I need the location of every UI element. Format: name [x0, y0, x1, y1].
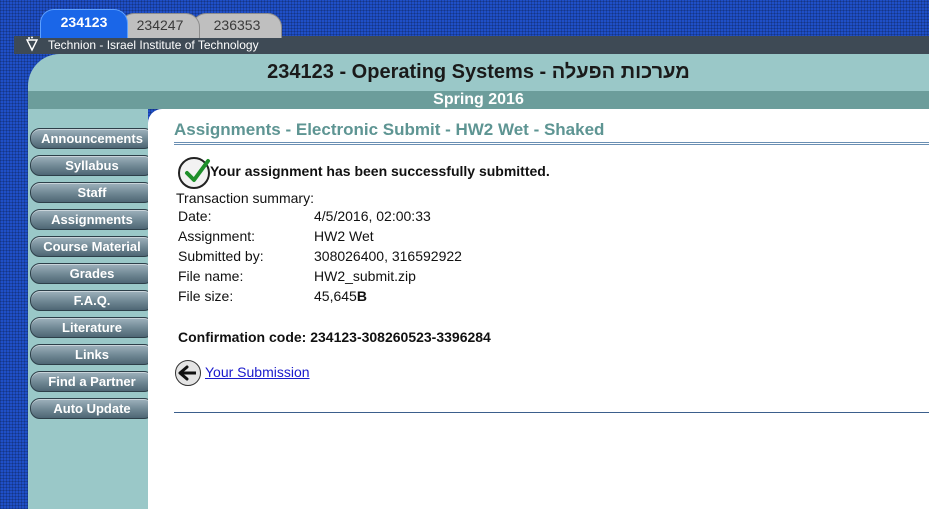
course-header: 234123 - Operating Systems - מערכות הפעל… [28, 54, 929, 91]
sidebar-item-find-a-partner[interactable]: Find a Partner [30, 371, 154, 392]
page-title: Assignments - Electronic Submit - HW2 We… [174, 120, 605, 139]
sidebar-item-auto-update[interactable]: Auto Update [30, 398, 154, 419]
title-divider [174, 142, 929, 145]
main-content: Assignments - Electronic Submit - HW2 We… [148, 109, 929, 509]
detail-value-assignment: HW2 Wet [314, 228, 374, 244]
success-message: Your assignment has been successfully su… [210, 163, 550, 179]
institute-name: Technion - Israel Institute of Technolog… [48, 38, 259, 52]
tab-234247[interactable]: 234247 [120, 13, 200, 38]
institute-bar: Technion - Israel Institute of Technolog… [14, 36, 929, 54]
transaction-summary-label: Transaction summary: [176, 190, 314, 206]
back-arrow-icon[interactable] [175, 360, 201, 386]
detail-value-date: 4/5/2016, 02:00:33 [314, 208, 431, 224]
file-size-unit: B [356, 288, 367, 304]
technion-logo-icon [24, 36, 40, 54]
tab-236353[interactable]: 236353 [192, 13, 282, 38]
file-size-number: 45,645 [314, 288, 357, 304]
sidebar-item-assignments[interactable]: Assignments [30, 209, 154, 230]
sidebar-item-announcements[interactable]: Announcements [30, 128, 154, 149]
confirmation-code: Confirmation code: 234123-308260523-3396… [178, 329, 491, 345]
detail-label: File name: [178, 268, 244, 284]
checkmark-icon [178, 157, 210, 189]
tab-234123[interactable]: 234123 [40, 9, 128, 38]
detail-value-submitted-by: 308026400, 316592922 [314, 248, 462, 264]
sidebar-item-grades[interactable]: Grades [30, 263, 154, 284]
detail-value-file-name: HW2_submit.zip [314, 268, 416, 284]
sidebar-item-staff[interactable]: Staff [30, 182, 154, 203]
detail-label: Date: [178, 208, 212, 224]
course-title: 234123 - Operating Systems - מערכות הפעל… [267, 61, 690, 83]
sidebar-item-literature[interactable]: Literature [30, 317, 154, 338]
your-submission-link[interactable]: Your Submission [205, 364, 310, 380]
bottom-divider [174, 412, 929, 413]
sidebar-item-course-material[interactable]: Course Material [30, 236, 154, 257]
sidebar: Announcements Syllabus Staff Assignments… [28, 109, 154, 509]
detail-label: Submitted by: [178, 248, 264, 264]
semester-label: Spring 2016 [28, 91, 929, 109]
detail-label: Assignment: [178, 228, 256, 244]
sidebar-item-faq[interactable]: F.A.Q. [30, 290, 154, 311]
course-tabs: 236353 234247 234123 [0, 0, 929, 38]
detail-label: File size: [178, 288, 234, 304]
sidebar-item-syllabus[interactable]: Syllabus [30, 155, 154, 176]
detail-value-file-size: 45,645B [314, 288, 367, 304]
sidebar-item-links[interactable]: Links [30, 344, 154, 365]
